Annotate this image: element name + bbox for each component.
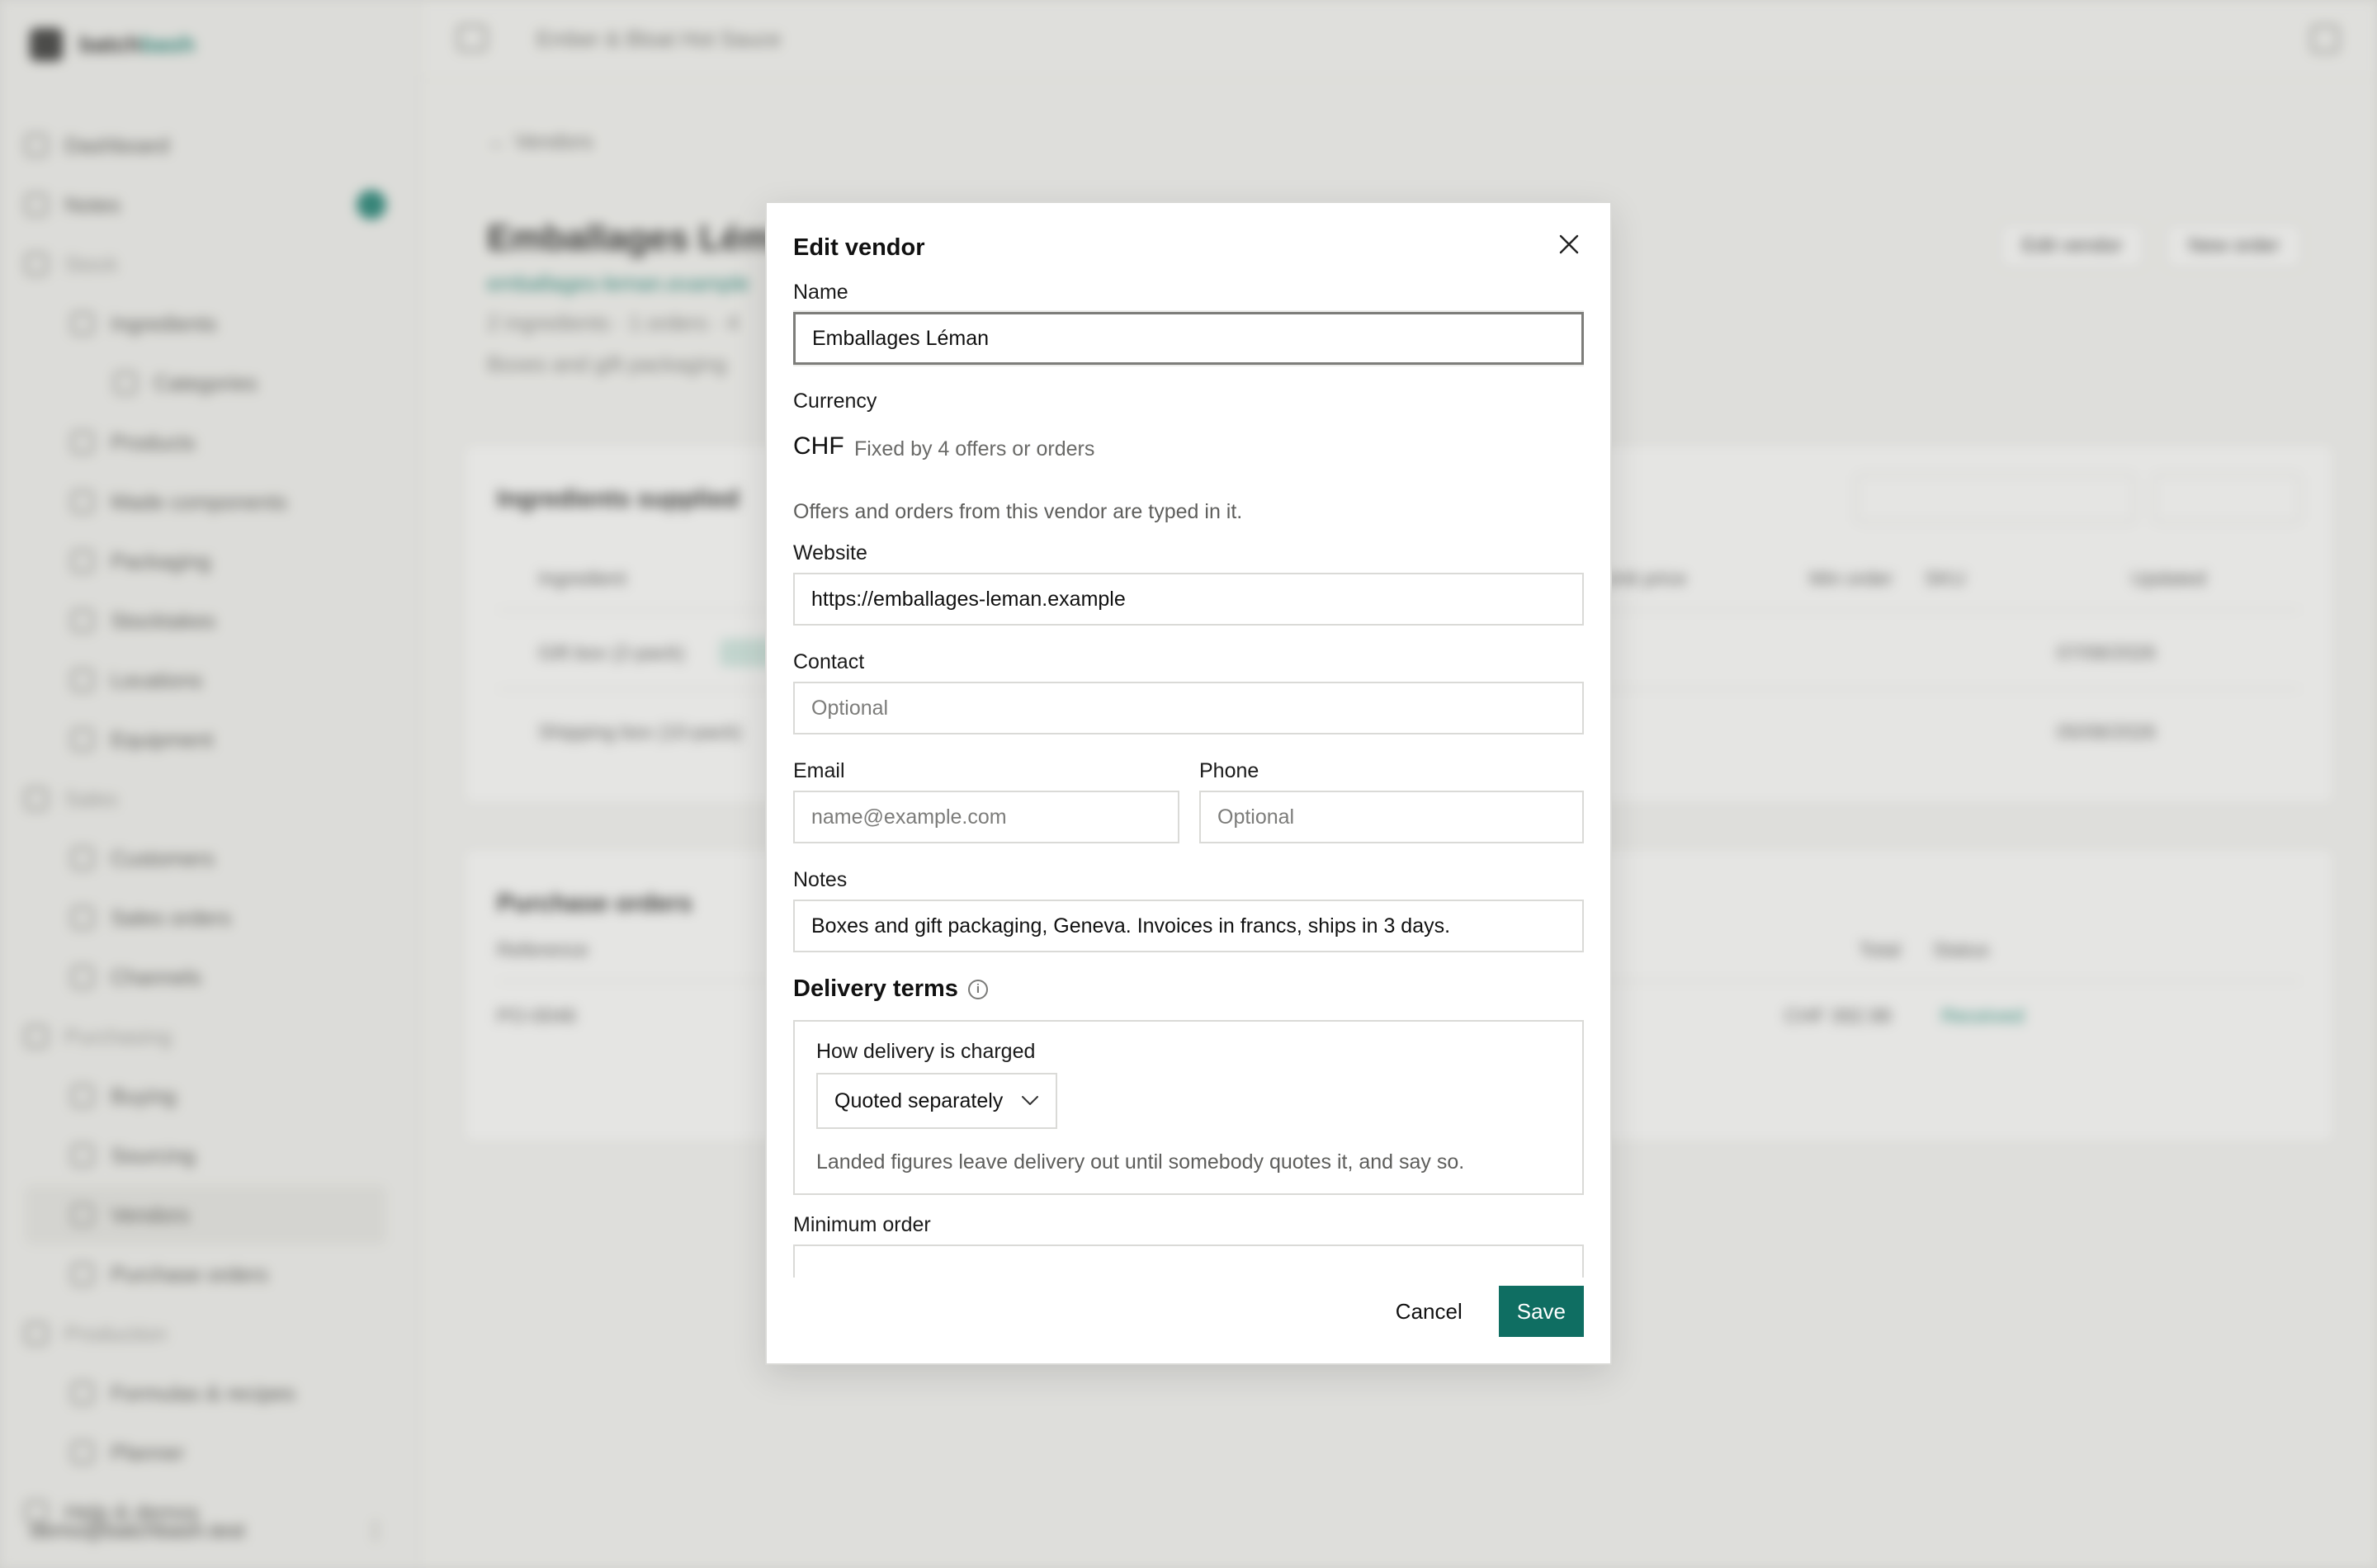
minimum-order-input[interactable] <box>793 1244 1584 1278</box>
email-field[interactable] <box>793 791 1179 843</box>
name-label: Name <box>793 281 848 304</box>
phone-label: Phone <box>1199 759 1259 782</box>
phone-input[interactable] <box>1199 791 1584 843</box>
website-input[interactable] <box>793 573 1584 626</box>
delivery-charge-select[interactable]: Quoted separately <box>816 1073 1057 1129</box>
website-label: Website <box>793 541 867 564</box>
delivery-terms-box: How delivery is charged Quoted separatel… <box>793 1020 1584 1195</box>
delivery-charge-value: Quoted separately <box>834 1089 1004 1112</box>
close-button[interactable] <box>1551 226 1587 262</box>
currency-code: CHF <box>793 432 844 460</box>
notes-input[interactable] <box>793 900 1584 952</box>
chevron-down-icon <box>1022 1096 1038 1105</box>
edit-vendor-dialog: Edit vendor Name Currency CHF Fixed by 4… <box>765 201 1612 1365</box>
currency-label: Currency <box>793 390 877 413</box>
dialog-title: Edit vendor <box>793 234 925 261</box>
notes-label: Notes <box>793 868 848 891</box>
contact-label: Contact <box>793 650 865 673</box>
delivery-charge-label: How delivery is charged <box>816 1040 1036 1063</box>
name-input[interactable] <box>793 312 1584 365</box>
minimum-order-label: Minimum order <box>793 1213 931 1236</box>
save-button[interactable]: Save <box>1498 1286 1584 1337</box>
currency-help: Offers and orders from this vendor are t… <box>793 500 1243 523</box>
contact-input[interactable] <box>793 682 1584 734</box>
cancel-button[interactable]: Cancel <box>1381 1287 1477 1336</box>
currency-fixed-note: Fixed by 4 offers or orders <box>854 437 1095 460</box>
dialog-footer: Cancel Save <box>1381 1286 1584 1337</box>
delivery-help: Landed figures leave delivery out until … <box>816 1150 1465 1174</box>
delivery-terms-title: Delivery terms i <box>793 975 988 1003</box>
info-icon[interactable]: i <box>967 979 988 999</box>
close-icon <box>1559 234 1579 254</box>
email-label: Email <box>793 759 845 782</box>
dialog-body[interactable]: Name Currency CHF Fixed by 4 offers or o… <box>793 281 1584 1278</box>
